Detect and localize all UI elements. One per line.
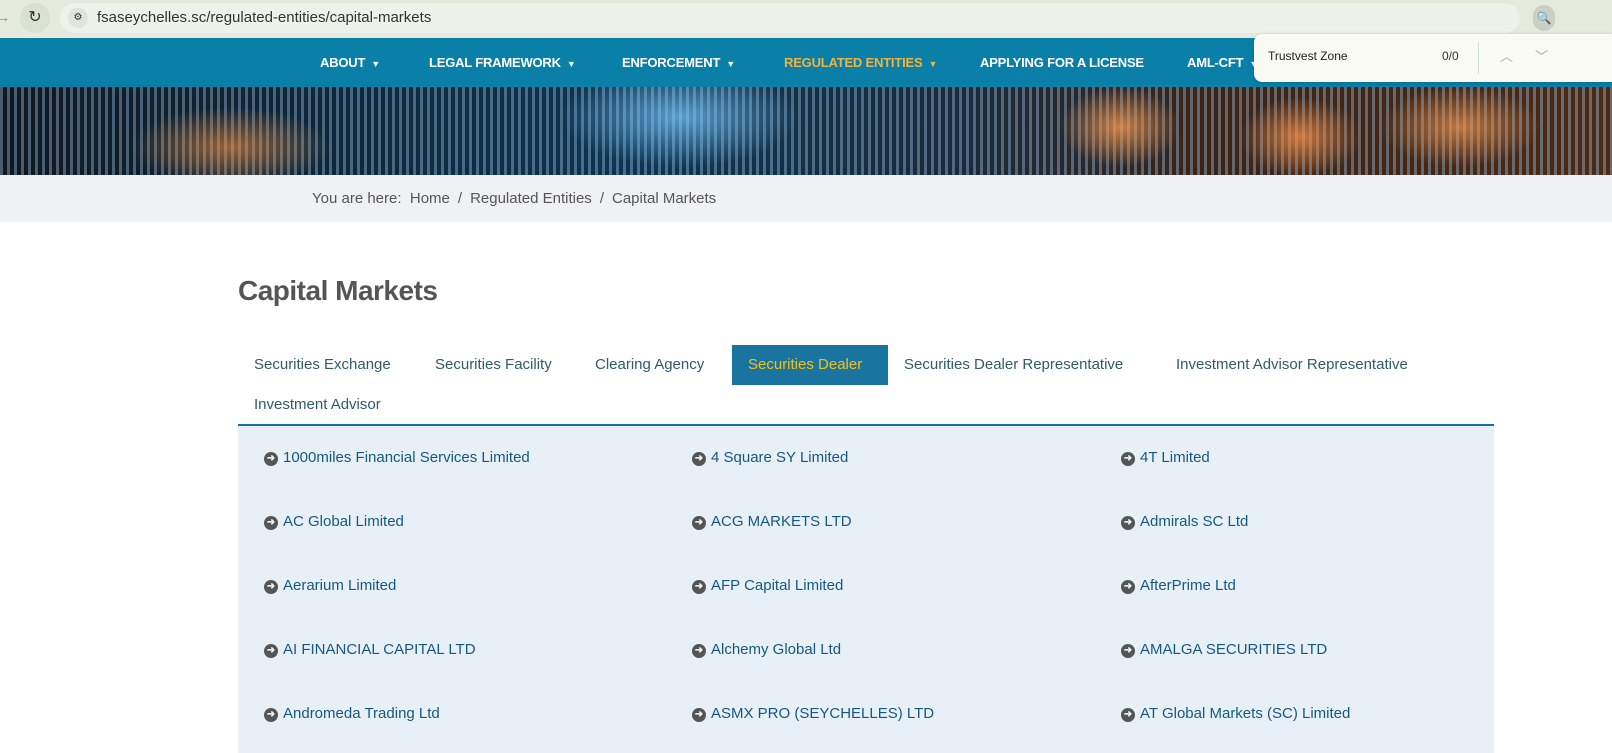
arrow-circle-right-icon: ➜ xyxy=(264,452,278,466)
entity-name: AC Global Limited xyxy=(283,513,404,530)
nav-label: REGULATED ENTITIES xyxy=(784,55,923,70)
search-page-icon[interactable]: 🔍 xyxy=(1533,5,1555,31)
entity-link[interactable]: ➜ Alchemy Global Ltd xyxy=(692,641,841,658)
breadcrumb-home[interactable]: Home xyxy=(410,190,450,207)
chevron-down-icon: ▼ xyxy=(726,59,735,69)
nav-label: ABOUT xyxy=(320,55,366,70)
entity-list: ➜ 1000miles Financial Services Limited ➜ 4 … xyxy=(238,426,1494,753)
nav-label: AML-CFT xyxy=(1187,55,1244,70)
entity-link[interactable]: ➜ Aerarium Limited xyxy=(264,577,396,594)
breadcrumb-regulated-entities[interactable]: Regulated Entities xyxy=(470,190,592,207)
chevron-down-icon: ▼ xyxy=(566,59,576,69)
entity-name: AMALGA SECURITIES LTD xyxy=(1140,641,1328,658)
nav-applying-for-license[interactable]: APPLYING FOR A LICENSE xyxy=(980,55,1144,70)
entity-name: Alchemy Global Ltd xyxy=(711,641,842,658)
breadcrumb-current: Capital Markets xyxy=(611,190,717,207)
nav-regulated-entities[interactable]: REGULATED ENTITIES ▼ xyxy=(784,55,937,70)
entity-link[interactable]: ➜ 4 Square SY Limited xyxy=(692,449,848,466)
nav-enforcement[interactable]: ENFORCEMENT ▼ xyxy=(622,55,735,70)
forward-icon[interactable]: → xyxy=(0,9,10,25)
entity-link[interactable]: ➜ Andromeda Trading Ltd xyxy=(264,705,440,722)
url-text[interactable]: fsaseychelles.sc/regulated-entities/capi… xyxy=(97,9,431,26)
arrow-circle-right-icon: ➜ xyxy=(1121,516,1135,530)
divider xyxy=(1478,42,1479,74)
arrow-circle-right-icon: ➜ xyxy=(264,516,278,530)
address-bar[interactable]: ⚙ fsaseychelles.sc/regulated-entities/ca… xyxy=(60,3,1520,33)
find-bar: Trustvest Zone 0/0 ︿ ﹀ xyxy=(1254,34,1612,82)
arrow-circle-right-icon: ➜ xyxy=(692,452,706,466)
entity-name: ASMX PRO (SEYCHELLES) LTD xyxy=(711,705,935,722)
nav-label: LEGAL FRAMEWORK xyxy=(429,55,561,70)
arrow-circle-right-icon: ➜ xyxy=(1121,644,1135,658)
arrow-circle-right-icon: ➜ xyxy=(692,516,706,530)
chevron-down-icon: ▼ xyxy=(928,59,938,69)
entity-name: AT Global Markets (SC) Limited xyxy=(1140,705,1351,722)
entity-link[interactable]: ➜ AfterPrime Ltd xyxy=(1121,577,1236,594)
entity-name: ACG MARKETS LTD xyxy=(711,513,852,530)
entity-link[interactable]: ➜ AI FINANCIAL CAPITAL LTD xyxy=(264,641,476,658)
entity-name: AFP Capital Limited xyxy=(711,577,844,594)
breadcrumb-bar: You are here: Home / Regulated Entities / Ca… xyxy=(0,175,1612,222)
chevron-down-icon: ▼ xyxy=(371,59,380,69)
hero-banner xyxy=(0,87,1612,175)
entity-name: Andromeda Trading Ltd xyxy=(283,705,440,722)
entity-link[interactable]: ➜ AT Global Markets (SC) Limited xyxy=(1121,705,1350,722)
entity-link[interactable]: ➜ AFP Capital Limited xyxy=(692,577,843,594)
entity-link[interactable]: ➜ AMALGA SECURITIES LTD xyxy=(1121,641,1327,658)
find-count: 0/0 xyxy=(1442,49,1459,63)
chevron-up-icon[interactable]: ︿ xyxy=(1500,46,1513,65)
chevron-down-icon[interactable]: ﹀ xyxy=(1535,46,1548,65)
entity-name: 4 Square SY Limited xyxy=(711,449,849,466)
entity-name: 4T Limited xyxy=(1140,449,1210,466)
nav-legal-framework[interactable]: LEGAL FRAMEWORK ▼ xyxy=(429,55,576,70)
arrow-circle-right-icon: ➜ xyxy=(692,580,706,594)
entity-name: Aerarium Limited xyxy=(283,577,397,594)
nav-label: ENFORCEMENT xyxy=(622,55,721,70)
arrow-circle-right-icon: ➜ xyxy=(264,580,278,594)
nav-aml-cft[interactable]: AML-CFT▼ xyxy=(1187,55,1258,70)
entity-name: AfterPrime Ltd xyxy=(1140,577,1236,594)
nav-about[interactable]: ABOUT ▼ xyxy=(320,55,380,70)
arrow-circle-right-icon: ➜ xyxy=(264,644,278,658)
nav-label: APPLYING FOR A LICENSE xyxy=(980,55,1144,70)
arrow-circle-right-icon: ➜ xyxy=(692,644,706,658)
tab-securities-exchange[interactable]: Securities Exchange xyxy=(238,345,407,385)
entity-name: Admirals SC Ltd xyxy=(1140,513,1249,530)
reload-icon[interactable]: ↻ xyxy=(20,3,50,33)
breadcrumb: You are here: Home / Regulated Entities / Ca… xyxy=(312,190,717,207)
arrow-circle-right-icon: ➜ xyxy=(264,708,278,722)
arrow-circle-right-icon: ➜ xyxy=(692,708,706,722)
entity-name: 1000miles Financial Services Limited xyxy=(283,449,530,466)
breadcrumb-prefix: You are here: xyxy=(312,190,402,207)
tab-securities-facility[interactable]: Securities Facility xyxy=(419,345,568,385)
entity-link[interactable]: ➜ 1000miles Financial Services Limited xyxy=(264,449,530,466)
tab-securities-dealer[interactable]: Securities Dealer xyxy=(732,345,888,385)
entity-link[interactable]: ➜ Admirals SC Ltd xyxy=(1121,513,1248,530)
entity-link[interactable]: ➜ ASMX PRO (SEYCHELLES) LTD xyxy=(692,705,934,722)
find-input[interactable]: Trustvest Zone xyxy=(1268,49,1348,63)
entity-link[interactable]: ➜ 4T Limited xyxy=(1121,449,1210,466)
browser-toolbar: → ↻ ⚙ fsaseychelles.sc/regulated-entitie… xyxy=(0,0,1612,38)
tab-investment-advisor[interactable]: Investment Advisor xyxy=(238,385,397,425)
site-settings-icon[interactable]: ⚙ xyxy=(68,8,88,28)
entity-link[interactable]: ➜ ACG MARKETS LTD xyxy=(692,513,852,530)
tab-investment-advisor-representative[interactable]: Investment Advisor Representative xyxy=(1160,345,1424,385)
arrow-circle-right-icon: ➜ xyxy=(1121,452,1135,466)
arrow-circle-right-icon: ➜ xyxy=(1121,580,1135,594)
tab-securities-dealer-representative[interactable]: Securities Dealer Representative xyxy=(888,345,1139,385)
tab-clearing-agency[interactable]: Clearing Agency xyxy=(579,345,720,385)
entity-name: AI FINANCIAL CAPITAL LTD xyxy=(283,641,476,658)
arrow-circle-right-icon: ➜ xyxy=(1121,708,1135,722)
page-title: Capital Markets xyxy=(238,275,438,306)
entity-link[interactable]: ➜ AC Global Limited xyxy=(264,513,404,530)
